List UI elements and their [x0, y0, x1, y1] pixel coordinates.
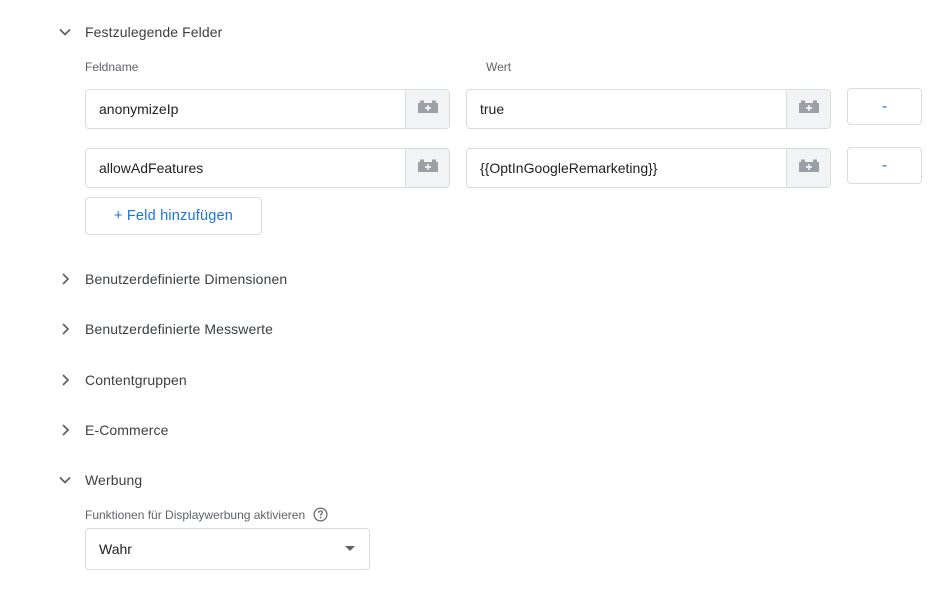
dropdown-arrow-icon: [345, 546, 355, 551]
chevron-right-icon: [57, 372, 73, 388]
insert-variable-button[interactable]: [405, 90, 449, 128]
variable-block-icon: [417, 100, 439, 119]
remove-row-button-row2[interactable]: -: [847, 147, 922, 184]
section-advertising-header[interactable]: Werbung: [57, 468, 142, 492]
section-custom-dimensions-title: Benutzerdefinierte Dimensionen: [85, 271, 288, 287]
chevron-right-icon: [57, 321, 73, 337]
field-name-value: anonymizeIp: [99, 101, 179, 117]
chevron-right-icon: [57, 271, 73, 287]
display-features-label-row: Funktionen für Displaywerbung aktivieren: [85, 507, 328, 522]
field-name-input-row2[interactable]: allowAdFeatures: [85, 148, 450, 188]
section-ecommerce-title: E-Commerce: [85, 422, 169, 438]
section-ecommerce-header[interactable]: E-Commerce: [57, 418, 168, 442]
add-field-button[interactable]: + Feld hinzufügen: [85, 197, 262, 235]
insert-variable-button[interactable]: [786, 90, 830, 128]
help-icon[interactable]: [313, 507, 328, 522]
section-custom-metrics-title: Benutzerdefinierte Messwerte: [85, 321, 273, 337]
field-name-value: allowAdFeatures: [99, 160, 204, 176]
chevron-right-icon: [57, 422, 73, 438]
field-value-input-row1[interactable]: true: [466, 89, 831, 129]
field-value-value: true: [480, 101, 505, 117]
column-header-fieldname: Feldname: [85, 60, 139, 74]
display-features-selected-value: Wahr: [99, 541, 132, 557]
chevron-down-icon: [57, 472, 73, 488]
display-features-select[interactable]: Wahr: [85, 528, 370, 570]
variable-block-icon: [798, 100, 820, 119]
display-features-label: Funktionen für Displaywerbung aktivieren: [85, 507, 306, 522]
remove-row-button-row1[interactable]: -: [847, 88, 922, 125]
section-content-groups-title: Contentgruppen: [85, 372, 187, 388]
section-fields-header[interactable]: Festzulegende Felder: [57, 20, 222, 44]
field-value-input-row2[interactable]: {{OptInGoogleRemarketing}}: [466, 148, 831, 188]
section-advertising-title: Werbung: [85, 472, 143, 488]
insert-variable-button[interactable]: [786, 149, 830, 187]
field-value-value: {{OptInGoogleRemarketing}}: [480, 160, 658, 176]
field-name-input-row1[interactable]: anonymizeIp: [85, 89, 450, 129]
variable-block-icon: [417, 159, 439, 178]
variable-block-icon: [798, 159, 820, 178]
column-header-value: Wert: [486, 60, 512, 74]
section-fields-title: Festzulegende Felder: [85, 24, 223, 40]
section-custom-dimensions-header[interactable]: Benutzerdefinierte Dimensionen: [57, 267, 287, 291]
insert-variable-button[interactable]: [405, 149, 449, 187]
chevron-down-icon: [57, 24, 73, 40]
section-custom-metrics-header[interactable]: Benutzerdefinierte Messwerte: [57, 317, 273, 341]
section-content-groups-header[interactable]: Contentgruppen: [57, 368, 187, 392]
